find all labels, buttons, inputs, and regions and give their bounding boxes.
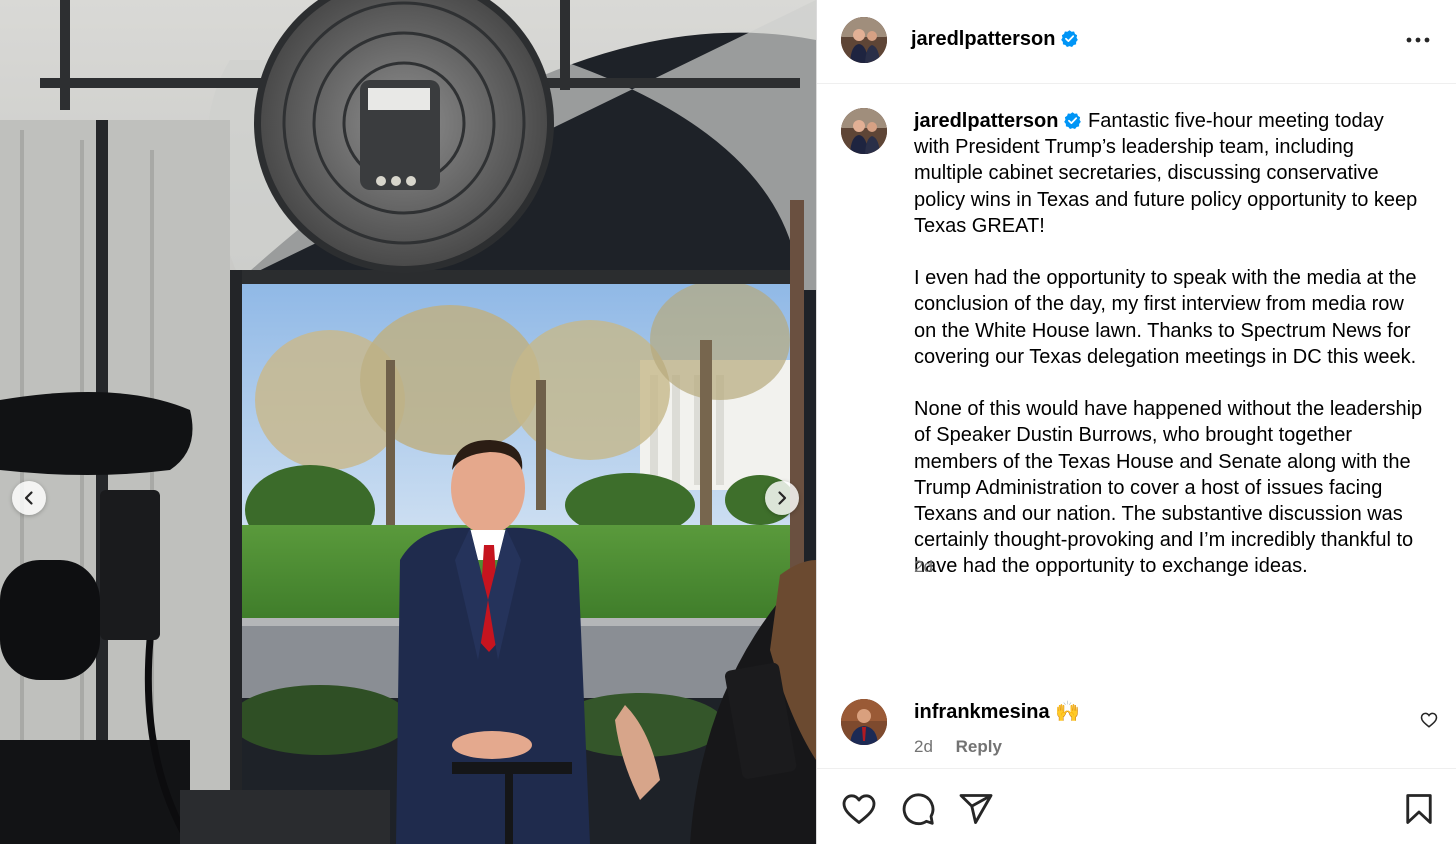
share-icon (959, 794, 993, 824)
post-header: jaredlpatterson (817, 0, 1456, 84)
commenter-avatar[interactable] (841, 699, 887, 745)
caption-username[interactable]: jaredlpatterson (914, 110, 1058, 132)
share-button[interactable] (958, 791, 994, 827)
post-timestamp[interactable]: 2d (914, 557, 933, 577)
author-avatar[interactable] (841, 17, 887, 63)
post-photo[interactable] (0, 0, 816, 844)
commenter-username[interactable]: infrankmesina (914, 701, 1050, 723)
heart-icon (842, 794, 876, 824)
post-side-panel: jaredlpatterson jaredlpatterson Fantasti… (816, 0, 1456, 844)
post-action-bar (817, 768, 1456, 844)
caption-author-avatar[interactable] (841, 108, 887, 154)
comment-meta: 2d Reply (914, 737, 1002, 757)
comment-timestamp[interactable]: 2d (914, 737, 933, 756)
more-options-icon[interactable] (1405, 28, 1431, 52)
comment-button[interactable] (900, 791, 936, 827)
bookmark-icon (1406, 794, 1432, 824)
photo-scene (0, 0, 816, 844)
verified-badge-icon (1061, 30, 1079, 47)
heart-icon[interactable] (1420, 711, 1438, 729)
caption-text: jaredlpatterson Fantastic five-hour meet… (914, 108, 1424, 580)
like-button[interactable] (841, 791, 877, 827)
caption-body: Fantastic five-hour meeting today with P… (914, 110, 1423, 578)
chevron-right-icon (778, 491, 787, 505)
chevron-left-icon (24, 491, 33, 505)
previous-photo-button[interactable] (12, 481, 46, 515)
next-photo-button[interactable] (765, 481, 799, 515)
author-avatar-image (841, 17, 887, 63)
verified-badge-icon (1064, 112, 1082, 129)
author-username-link[interactable]: jaredlpatterson (911, 28, 1079, 51)
author-username: jaredlpatterson (911, 28, 1056, 50)
comment-icon (902, 793, 935, 826)
comment-text: 🙌 (1055, 701, 1081, 723)
commenter-avatar-image (841, 699, 887, 745)
instagram-post: jaredlpatterson jaredlpatterson Fantasti… (0, 0, 1456, 844)
comment-content: infrankmesina 🙌 (914, 699, 1080, 724)
reply-button[interactable]: Reply (956, 737, 1002, 756)
caption-author-avatar-image (841, 108, 887, 154)
save-button[interactable] (1401, 791, 1437, 827)
